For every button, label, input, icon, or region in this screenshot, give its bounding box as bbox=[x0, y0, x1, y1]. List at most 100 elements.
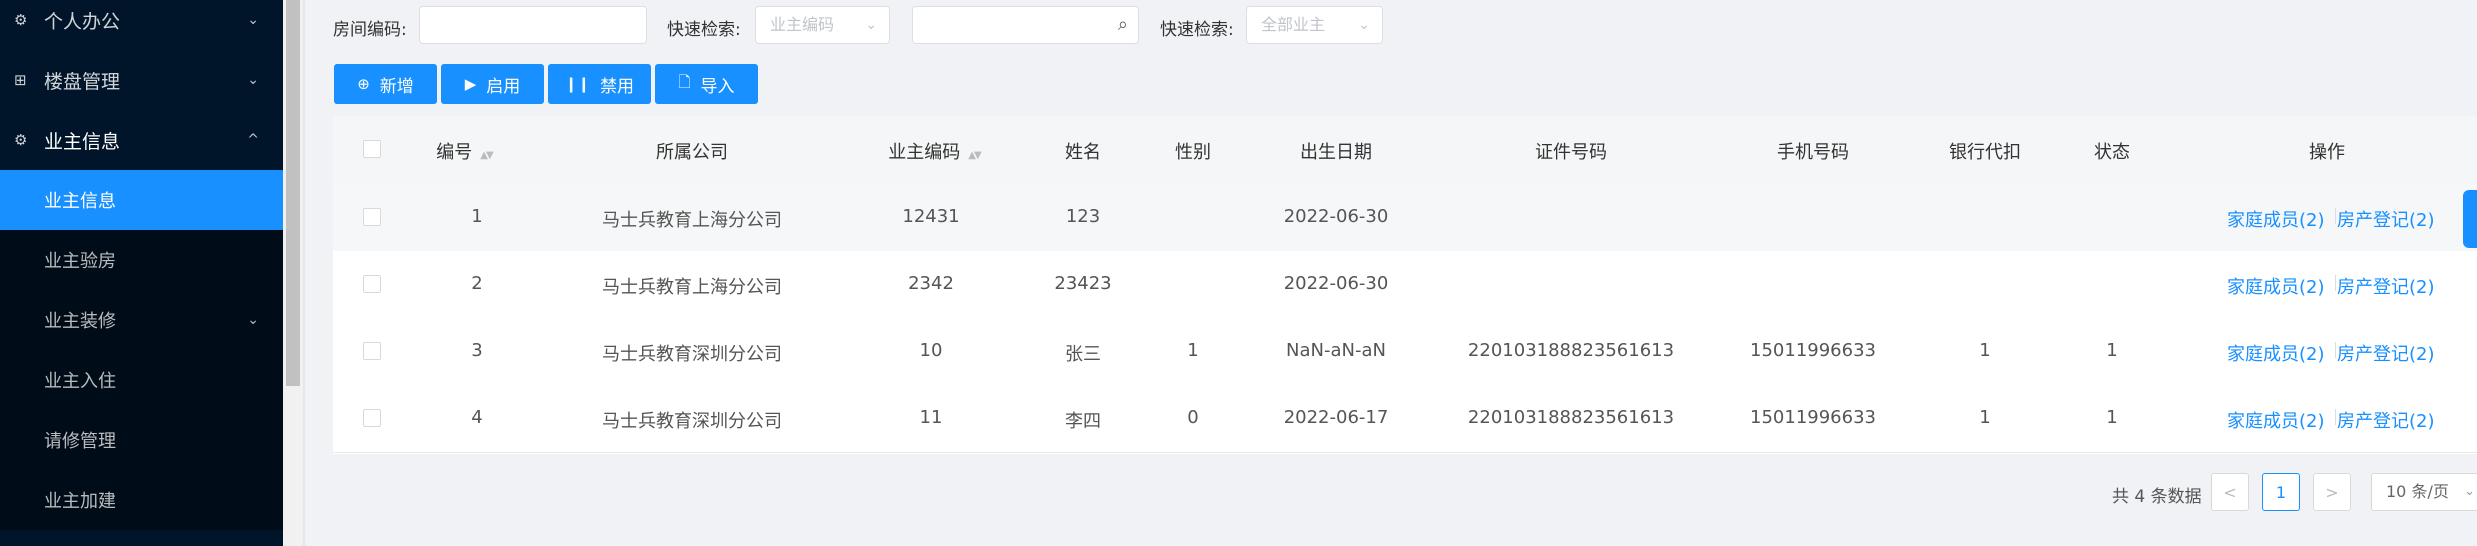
chevron-down-icon: ⌄ bbox=[865, 17, 877, 33]
quick-search-select-value: 业主编码 bbox=[770, 15, 835, 34]
page-size-select[interactable]: 10 条/页 ⌄ bbox=[2371, 473, 2477, 511]
row-checkbox[interactable] bbox=[363, 275, 381, 293]
sort-icon[interactable]: ▲▼ bbox=[968, 150, 981, 161]
next-page-button[interactable]: > bbox=[2313, 473, 2351, 511]
owner-scope-select-value: 全部业主 bbox=[1261, 15, 1326, 34]
grid-icon: ⊞ bbox=[14, 71, 27, 89]
divider bbox=[2335, 208, 2336, 224]
menu-personal-office[interactable]: ⚙ 个人办公 ⌄ bbox=[0, 0, 283, 50]
select-all-checkbox[interactable] bbox=[363, 140, 381, 158]
quick-search-label: 快速检索: bbox=[667, 20, 741, 40]
sidebar-item-owner-extension[interactable]: 业主加建 bbox=[0, 470, 283, 530]
page-size-value: 10 条/页 bbox=[2386, 482, 2449, 501]
cell-id: 4 bbox=[471, 407, 483, 428]
header-name: 姓名 bbox=[1065, 142, 1101, 163]
row-checkbox[interactable] bbox=[363, 409, 381, 427]
disable-button[interactable]: ❙❙ 禁用 bbox=[548, 64, 651, 104]
cell-name: 123 bbox=[1065, 206, 1101, 227]
cell-name: 张三 bbox=[1065, 344, 1101, 365]
cell-company: 马士兵教育深圳分公司 bbox=[602, 411, 782, 432]
quick-search-select[interactable]: 业主编码 ⌄ bbox=[755, 6, 890, 44]
cell-status: 1 bbox=[2106, 340, 2118, 361]
owner-scope-select[interactable]: 全部业主 ⌄ bbox=[1246, 6, 1383, 44]
divider bbox=[2335, 409, 2336, 425]
cell-company: 马士兵教育上海分公司 bbox=[602, 210, 782, 231]
settings-icon: ⚙ bbox=[14, 131, 28, 149]
family-members-link[interactable]: 家庭成员(2) bbox=[2227, 273, 2325, 299]
cell-owner-code: 2342 bbox=[908, 273, 954, 294]
header-bank-deduction: 银行代扣 bbox=[1949, 142, 2021, 163]
cell-id-number: 220103188823561613 bbox=[1467, 340, 1675, 361]
cell-id-number: 220103188823561613 bbox=[1467, 407, 1675, 428]
enable-button[interactable]: ▶ 启用 bbox=[441, 64, 544, 104]
sidebar-item-owner-info[interactable]: 业主信息 bbox=[0, 170, 283, 230]
property-registration-link[interactable]: 房产登记(2) bbox=[2337, 407, 2435, 433]
search-input[interactable]: ⌕ bbox=[912, 6, 1139, 44]
header-company: 所属公司 bbox=[656, 142, 728, 163]
chevron-down-icon: ⌄ bbox=[247, 12, 259, 28]
pause-icon: ❙❙ bbox=[564, 75, 591, 93]
divider bbox=[303, 0, 305, 546]
menu-owner-info[interactable]: ⚙ 业主信息 ^ bbox=[0, 110, 283, 170]
cell-owner-code: 11 bbox=[919, 407, 943, 428]
cell-birth-date: 2022-06-30 bbox=[1283, 273, 1389, 294]
room-code-input[interactable] bbox=[419, 6, 647, 44]
table-row: 1 马士兵教育上海分公司 12431 123 2022-06-30 家庭成员(2… bbox=[333, 184, 2477, 252]
property-registration-link[interactable]: 房产登记(2) bbox=[2337, 273, 2435, 299]
header-birth-date: 出生日期 bbox=[1300, 142, 1372, 163]
cell-phone: 15011996633 bbox=[1750, 407, 1876, 428]
cell-owner-code: 10 bbox=[919, 340, 943, 361]
menu-property-management[interactable]: ⊞ 楼盘管理 ⌄ bbox=[0, 50, 283, 110]
cell-bank-deduction: 1 bbox=[1979, 340, 1991, 361]
family-members-link[interactable]: 家庭成员(2) bbox=[2227, 206, 2325, 232]
chevron-down-icon: ⌄ bbox=[2464, 484, 2475, 499]
cell-company: 马士兵教育上海分公司 bbox=[602, 277, 782, 298]
header-status: 状态 bbox=[2094, 142, 2130, 163]
sort-icon[interactable]: ▲▼ bbox=[480, 150, 493, 161]
header-phone: 手机号码 bbox=[1777, 142, 1849, 163]
cell-id: 3 bbox=[471, 340, 483, 361]
plus-circle-icon: ⊕ bbox=[357, 75, 370, 93]
sidebar-item-owner-move-in[interactable]: 业主入住 bbox=[0, 350, 283, 410]
property-registration-link[interactable]: 房产登记(2) bbox=[2337, 206, 2435, 232]
family-members-link[interactable]: 家庭成员(2) bbox=[2227, 407, 2325, 433]
header-actions: 操作 bbox=[2309, 142, 2345, 163]
play-icon: ▶ bbox=[464, 75, 477, 93]
row-checkbox[interactable] bbox=[363, 342, 381, 360]
row-checkbox[interactable] bbox=[363, 208, 381, 226]
sidebar: ⚙ 个人办公 ⌄ ⊞ 楼盘管理 ⌄ ⚙ 业主信息 ^ 业主信息 业主验房 业主装… bbox=[0, 0, 283, 546]
cell-birth-date: 2022-06-17 bbox=[1283, 407, 1389, 428]
cell-bank-deduction: 1 bbox=[1979, 407, 1991, 428]
sidebar-item-owner-inspection[interactable]: 业主验房 bbox=[0, 230, 283, 290]
chevron-right-icon: > bbox=[2325, 482, 2339, 502]
sidebar-scrollbar-thumb[interactable] bbox=[286, 0, 300, 386]
cell-gender: 0 bbox=[1187, 407, 1199, 428]
add-button[interactable]: ⊕ 新增 bbox=[334, 64, 437, 104]
cell-company: 马士兵教育深圳分公司 bbox=[602, 344, 782, 365]
chevron-down-icon: ⌄ bbox=[247, 72, 259, 88]
side-drawer-handle[interactable] bbox=[2463, 190, 2477, 248]
page-1-button[interactable]: 1 bbox=[2262, 473, 2300, 511]
quick-search-label-2: 快速检索: bbox=[1160, 20, 1234, 40]
table-header: 编号 ▲▼ 所属公司 业主编码 ▲▼ 姓名 性别 出生日期 证件号码 手机号码 银行… bbox=[333, 116, 2477, 185]
chevron-up-icon: ^ bbox=[247, 132, 259, 148]
header-owner-code[interactable]: 业主编码 ▲▼ bbox=[888, 138, 981, 164]
settings-icon: ⚙ bbox=[14, 11, 28, 29]
header-id[interactable]: 编号 ▲▼ bbox=[436, 138, 493, 164]
owner-table: 编号 ▲▼ 所属公司 业主编码 ▲▼ 姓名 性别 出生日期 证件号码 手机号码 银行… bbox=[333, 116, 2477, 454]
sidebar-item-owner-decoration[interactable]: 业主装修 ⌄ bbox=[0, 290, 283, 350]
import-button[interactable]: 🗋 导入 bbox=[655, 64, 758, 104]
header-id-number: 证件号码 bbox=[1535, 142, 1607, 163]
property-registration-link[interactable]: 房产登记(2) bbox=[2337, 340, 2435, 366]
cell-name: 李四 bbox=[1065, 411, 1101, 432]
prev-page-button[interactable]: < bbox=[2211, 473, 2249, 511]
file-icon: 🗋 bbox=[678, 72, 691, 91]
cell-id: 1 bbox=[471, 206, 483, 227]
chevron-down-icon: ⌄ bbox=[1358, 17, 1370, 33]
family-members-link[interactable]: 家庭成员(2) bbox=[2227, 340, 2325, 366]
sidebar-item-repair-management[interactable]: 请修管理 bbox=[0, 410, 283, 470]
search-icon[interactable]: ⌕ bbox=[1118, 7, 1128, 43]
cell-id: 2 bbox=[471, 273, 483, 294]
cell-birth-date: NaN-aN-aN bbox=[1286, 340, 1386, 361]
divider bbox=[2335, 275, 2336, 291]
